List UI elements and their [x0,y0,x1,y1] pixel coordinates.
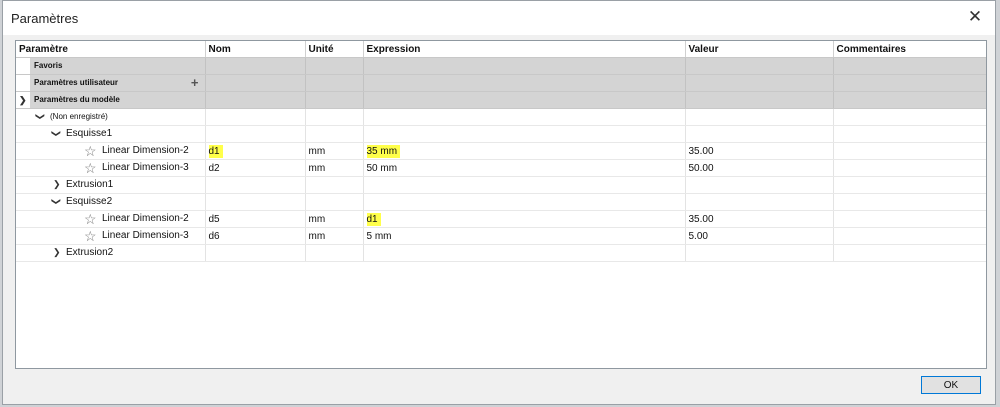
expression-cell[interactable]: 35 mm [363,142,686,160]
nom-cell[interactable]: d2 [205,159,306,177]
chevron-down-icon[interactable]: ❯ [34,113,45,121]
valeur-cell: 35.00 [685,210,834,228]
column-header-nom[interactable]: Nom [205,41,306,58]
ok-button[interactable]: OK [921,376,981,394]
chevron-right-icon[interactable]: ❯ [53,179,61,190]
chevron-down-icon[interactable]: ❯ [50,198,61,206]
chevron-down-icon[interactable]: ❯ [50,130,61,138]
tree-row-esquisse2[interactable]: ❯ Esquisse2 [16,193,986,211]
parameter-label: Linear Dimension-2 [102,213,189,224]
expression-cell[interactable]: d1 [363,210,686,228]
plus-icon[interactable]: + [191,75,199,91]
unite-cell[interactable]: mm [305,159,364,177]
nom-cell[interactable]: d6 [205,227,306,245]
tree-row-extrusion2[interactable]: ❯ Extrusion2 [16,244,986,262]
tree-row-non-enregistre[interactable]: ❯ (Non enregistré) [16,108,986,126]
tree-label-extrusion2: Extrusion2 [66,247,114,258]
group-row-favoris[interactable]: Favoris [16,57,986,75]
commentaires-cell[interactable] [833,159,986,177]
column-header-parametre[interactable]: Paramètre [16,41,206,58]
window-title: Paramètres [11,11,79,26]
title-bar: Paramètres ✕ [3,1,995,35]
expression-cell[interactable]: 5 mm [363,227,686,245]
unite-cell[interactable]: mm [305,210,364,228]
group-label-favoris: Favoris [34,61,63,70]
nom-value: d1 [208,144,223,158]
nom-cell[interactable]: d1 [205,142,306,160]
star-outline-icon[interactable]: ☆ [84,160,97,176]
unite-cell[interactable]: mm [305,227,364,245]
commentaires-cell[interactable] [833,227,986,245]
group-label-utilisateur: Paramètres utilisateur [34,78,119,87]
table-row[interactable]: ☆ Linear Dimension-2 d1 mm 35 mm 35.00 [16,142,986,160]
valeur-cell: 50.00 [685,159,834,177]
parameters-dialog: Paramètres ✕ Paramètre Nom Unité Express… [2,0,996,405]
chevron-down-icon[interactable]: ❯ [19,95,27,106]
chevron-right-icon[interactable]: ❯ [53,247,61,258]
tree-label-extrusion1: Extrusion1 [66,179,114,190]
commentaires-cell[interactable] [833,210,986,228]
group-row-utilisateur[interactable]: Paramètres utilisateur + [16,74,986,92]
column-header-commentaires[interactable]: Commentaires [833,41,986,58]
star-outline-icon[interactable]: ☆ [84,211,97,227]
tree-label-esquisse2: Esquisse2 [66,196,113,207]
tree-label-non-enregistre: (Non enregistré) [50,112,108,121]
valeur-cell: 5.00 [685,227,834,245]
table-row[interactable]: ☆ Linear Dimension-3 d6 mm 5 mm 5.00 [16,227,986,245]
group-row-modele[interactable]: ❯ Paramètres du modèle [16,91,986,109]
column-header-valeur[interactable]: Valeur [685,41,834,58]
parameter-label: Linear Dimension-3 [102,162,189,173]
close-icon[interactable]: ✕ [965,7,985,27]
commentaires-cell[interactable] [833,142,986,160]
group-label-modele: Paramètres du modèle [34,95,120,104]
table-row[interactable]: ☆ Linear Dimension-2 d5 mm d1 35.00 [16,210,986,228]
tree-row-esquisse1[interactable]: ❯ Esquisse1 [16,125,986,143]
expression-cell[interactable]: 50 mm [363,159,686,177]
nom-cell[interactable]: d5 [205,210,306,228]
tree-row-extrusion1[interactable]: ❯ Extrusion1 [16,176,986,194]
valeur-cell: 35.00 [685,142,834,160]
parameter-label: Linear Dimension-2 [102,145,189,156]
column-header-unite[interactable]: Unité [305,41,364,58]
unite-cell[interactable]: mm [305,142,364,160]
star-outline-icon[interactable]: ☆ [84,143,97,159]
column-header-expression[interactable]: Expression [363,41,686,58]
expression-value: d1 [366,212,381,226]
table-row[interactable]: ☆ Linear Dimension-3 d2 mm 50 mm 50.00 [16,159,986,177]
parameter-label: Linear Dimension-3 [102,230,189,241]
expression-value: 35 mm [366,144,401,158]
table-header: Paramètre Nom Unité Expression Valeur Co… [16,41,986,58]
parameters-table: Paramètre Nom Unité Expression Valeur Co… [15,40,987,369]
tree-label-esquisse1: Esquisse1 [66,128,113,139]
star-outline-icon[interactable]: ☆ [84,228,97,244]
